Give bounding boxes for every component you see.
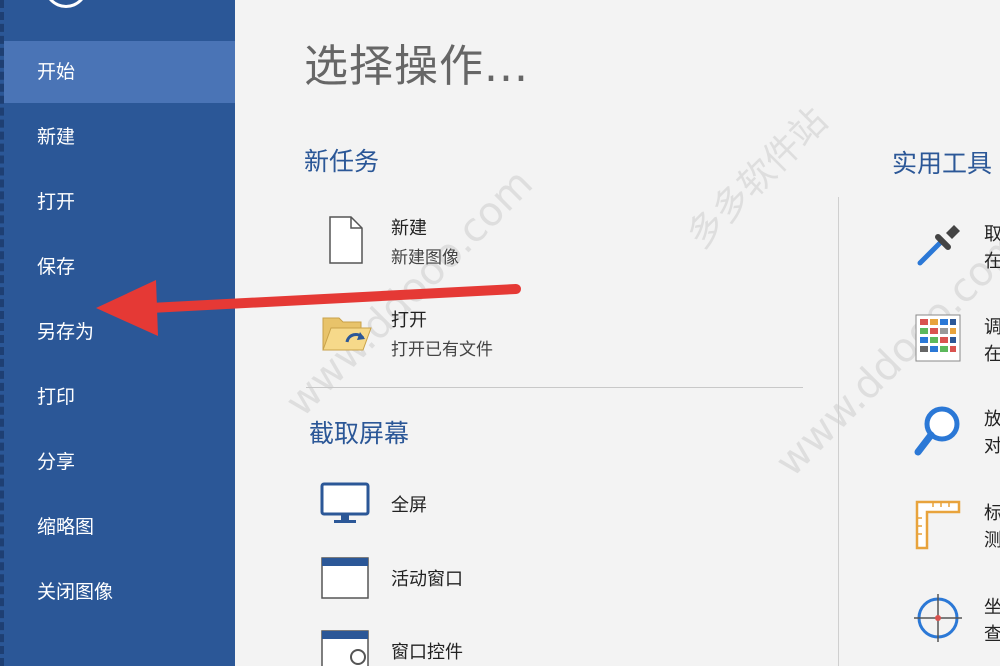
annotation-arrow-icon [96, 280, 521, 336]
